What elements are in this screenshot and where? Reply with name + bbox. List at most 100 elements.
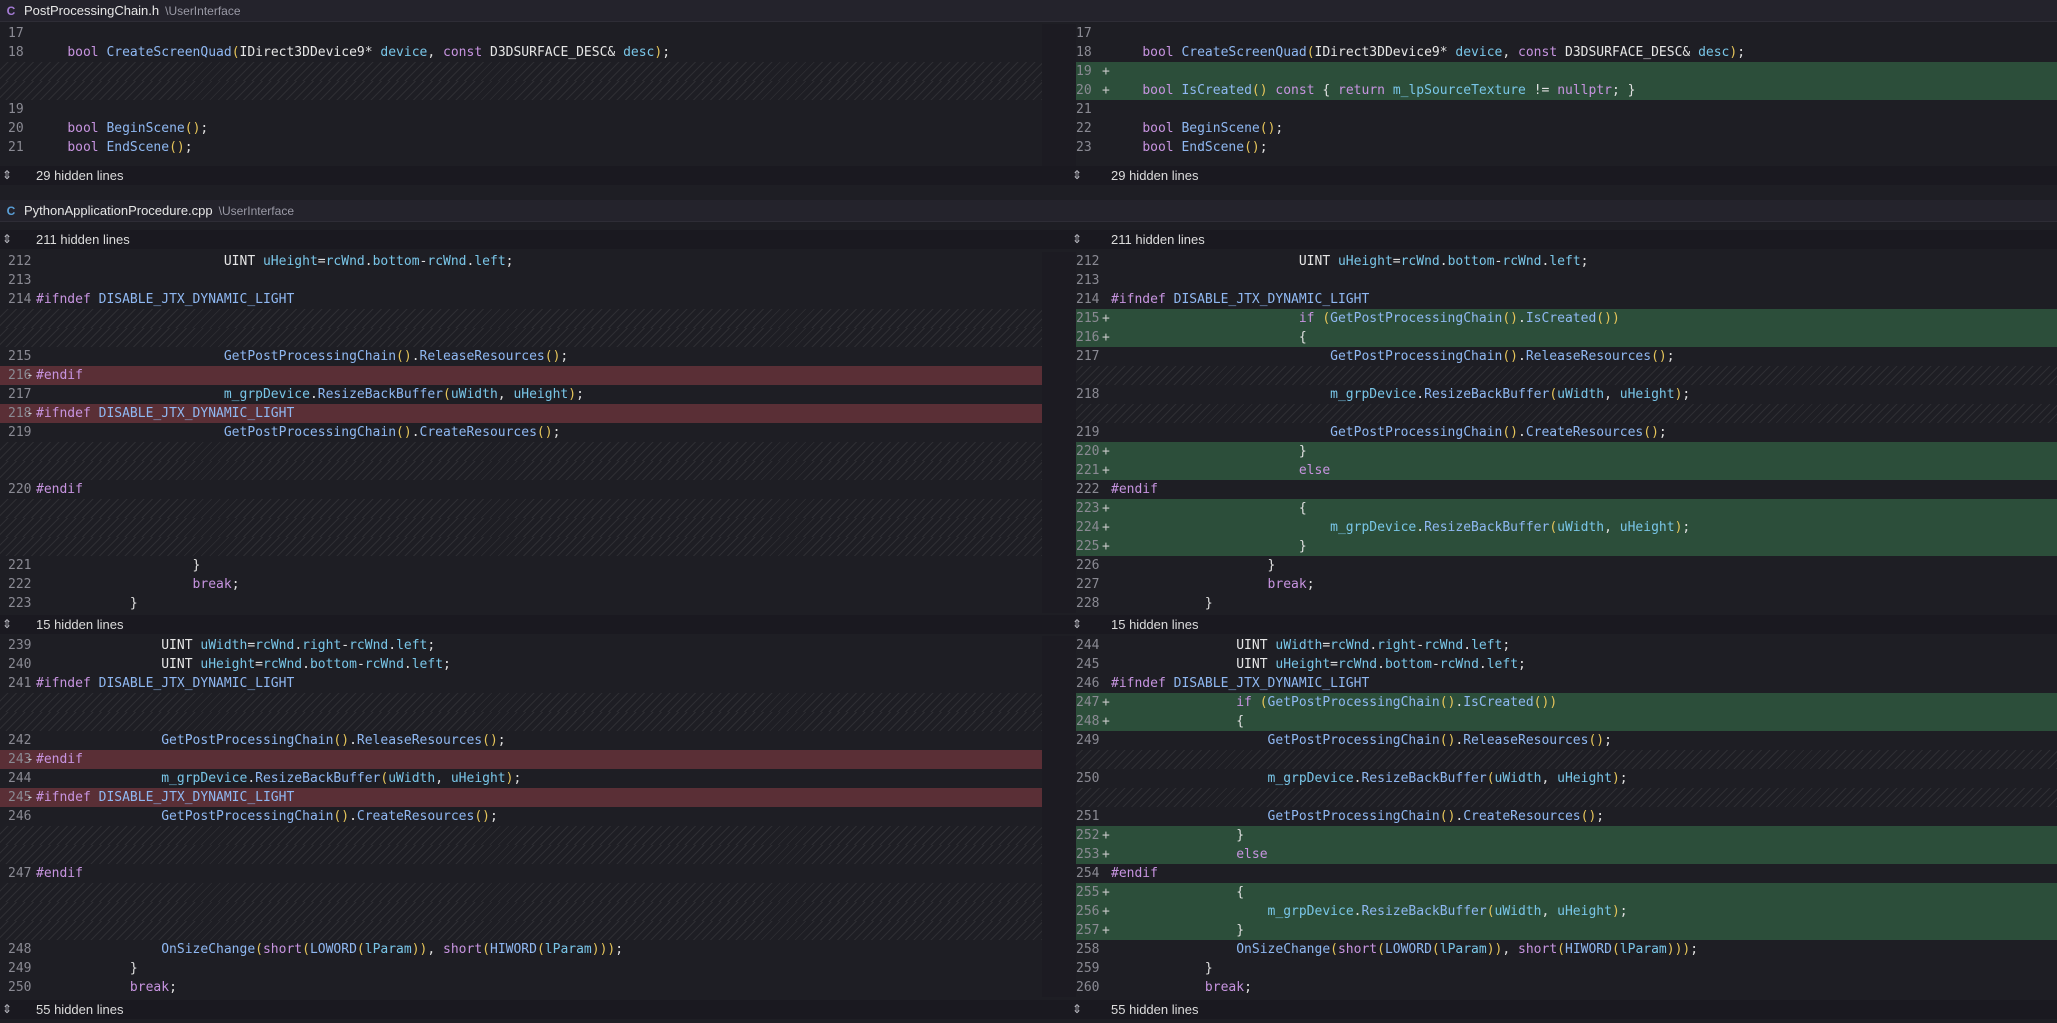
code-line[interactable]: 241 #ifndef DISABLE_JTX_DYNAMIC_LIGHT [0, 674, 1042, 693]
code-line[interactable]: 23 bool EndScene(); [1076, 138, 2057, 157]
code-line[interactable]: 217 GetPostProcessingChain().ReleaseReso… [1076, 347, 2057, 366]
diff-gap[interactable] [0, 328, 1042, 347]
added-line[interactable]: 248 + { [1076, 712, 2057, 731]
diff-gap[interactable] [0, 442, 1042, 461]
file-header-postprocessingchain[interactable]: C PostProcessingChain.h \UserInterface [0, 0, 2057, 22]
code-line[interactable]: 219 GetPostProcessingChain().CreateResou… [1076, 423, 2057, 442]
unfold-icon[interactable]: ⇕ [1070, 166, 1084, 185]
hidden-lines-left[interactable]: 55 hidden lines [36, 1000, 123, 1019]
diff-gap[interactable] [1076, 750, 2057, 769]
unfold-icon[interactable]: ⇕ [0, 166, 14, 185]
code-line[interactable]: 213 [1076, 271, 2057, 290]
code-line[interactable]: 260 break; [1076, 978, 2057, 997]
unfold-icon[interactable]: ⇕ [1070, 1000, 1084, 1019]
added-line[interactable]: 253 + else [1076, 845, 2057, 864]
added-line[interactable]: 20 + bool IsCreated() const { return m_lp… [1076, 81, 2057, 100]
code-line[interactable]: 222 #endif [1076, 480, 2057, 499]
added-line[interactable]: 255 + { [1076, 883, 2057, 902]
unfold-icon[interactable]: ⇕ [1070, 230, 1084, 249]
diff-gap[interactable] [0, 499, 1042, 518]
code-line[interactable]: 227 break; [1076, 575, 2057, 594]
code-line[interactable]: 228 } [1076, 594, 2057, 613]
code-line[interactable]: 250 break; [0, 978, 1042, 997]
code-line[interactable]: 214 #ifndef DISABLE_JTX_DYNAMIC_LIGHT [1076, 290, 2057, 309]
unfold-icon[interactable]: ⇕ [0, 1000, 14, 1019]
diff-gap[interactable] [0, 518, 1042, 537]
file-header-pythonapplicationprocedure[interactable]: C PythonApplicationProcedure.cpp \UserIn… [0, 200, 2057, 222]
added-line[interactable]: 19 + [1076, 62, 2057, 81]
code-line[interactable]: 218 m_grpDevice.ResizeBackBuffer(uWidth,… [1076, 385, 2057, 404]
hidden-lines-right[interactable]: 55 hidden lines [1111, 1000, 1198, 1019]
code-line[interactable]: 246 GetPostProcessingChain().CreateResou… [0, 807, 1042, 826]
code-line[interactable]: 21 bool EndScene(); [0, 138, 1042, 157]
code-line[interactable]: 214 #ifndef DISABLE_JTX_DYNAMIC_LIGHT [0, 290, 1042, 309]
code-line[interactable]: 21 [1076, 100, 2057, 119]
code-line[interactable]: 240 UINT uHeight=rcWnd.bottom-rcWnd.left… [0, 655, 1042, 674]
added-line[interactable]: 223 + { [1076, 499, 2057, 518]
hidden-lines-left[interactable]: 15 hidden lines [36, 615, 123, 634]
diff-gap[interactable] [0, 309, 1042, 328]
diff-gap[interactable] [0, 902, 1042, 921]
diff-gap[interactable] [1076, 366, 2057, 385]
code-line[interactable]: 250 m_grpDevice.ResizeBackBuffer(uWidth,… [1076, 769, 2057, 788]
code-line[interactable]: 258 OnSizeChange(short(LOWORD(lParam)), … [1076, 940, 2057, 959]
diff-gap[interactable] [1076, 404, 2057, 423]
diff-gap[interactable] [0, 461, 1042, 480]
diff-gap[interactable] [0, 693, 1042, 712]
deleted-line[interactable]: 218- #ifndef DISABLE_JTX_DYNAMIC_LIGHT [0, 404, 1042, 423]
deleted-line[interactable]: 243- #endif [0, 750, 1042, 769]
diff-gap[interactable] [0, 712, 1042, 731]
hidden-lines-left[interactable]: 29 hidden lines [36, 166, 123, 185]
added-line[interactable]: 252 + } [1076, 826, 2057, 845]
code-line[interactable]: 219 GetPostProcessingChain().CreateResou… [0, 423, 1042, 442]
deleted-line[interactable]: 216- #endif [0, 366, 1042, 385]
code-line[interactable]: 222 break; [0, 575, 1042, 594]
diff-gap[interactable] [0, 537, 1042, 556]
added-line[interactable]: 220 + } [1076, 442, 2057, 461]
diff-gap[interactable] [0, 826, 1042, 845]
added-line[interactable]: 216 + { [1076, 328, 2057, 347]
code-line[interactable]: 212 UINT uHeight=rcWnd.bottom-rcWnd.left… [0, 252, 1042, 271]
code-line[interactable]: 223 } [0, 594, 1042, 613]
added-line[interactable]: 257 + } [1076, 921, 2057, 940]
unfold-icon[interactable]: ⇕ [0, 230, 14, 249]
code-line[interactable]: 17 [0, 24, 1042, 43]
code-line[interactable]: 220 #endif [0, 480, 1042, 499]
added-line[interactable]: 247 + if (GetPostProcessingChain().IsCrea… [1076, 693, 2057, 712]
code-line[interactable]: 245 UINT uHeight=rcWnd.bottom-rcWnd.left… [1076, 655, 2057, 674]
code-line[interactable]: 20 bool BeginScene(); [0, 119, 1042, 138]
code-line[interactable]: 249 GetPostProcessingChain().ReleaseReso… [1076, 731, 2057, 750]
code-line[interactable]: 249 } [0, 959, 1042, 978]
code-line[interactable]: 248 OnSizeChange(short(LOWORD(lParam)), … [0, 940, 1042, 959]
code-line[interactable]: 254 #endif [1076, 864, 2057, 883]
code-line[interactable]: 246 #ifndef DISABLE_JTX_DYNAMIC_LIGHT [1076, 674, 2057, 693]
code-line[interactable]: 242 GetPostProcessingChain().ReleaseReso… [0, 731, 1042, 750]
added-line[interactable]: 256 + m_grpDevice.ResizeBackBuffer(uWidth… [1076, 902, 2057, 921]
code-line[interactable]: 18 bool CreateScreenQuad(IDirect3DDevice… [1076, 43, 2057, 62]
unfold-icon[interactable]: ⇕ [0, 615, 14, 634]
code-line[interactable]: 259 } [1076, 959, 2057, 978]
code-line[interactable]: 22 bool BeginScene(); [1076, 119, 2057, 138]
added-line[interactable]: 224 + m_grpDevice.ResizeBackBuffer(uWidth… [1076, 518, 2057, 537]
diff-gap[interactable] [0, 845, 1042, 864]
deleted-line[interactable]: 245- #ifndef DISABLE_JTX_DYNAMIC_LIGHT [0, 788, 1042, 807]
code-line[interactable]: 212 UINT uHeight=rcWnd.bottom-rcWnd.left… [1076, 252, 2057, 271]
added-line[interactable]: 215 + if (GetPostProcessingChain().IsCrea… [1076, 309, 2057, 328]
code-line[interactable]: 221 } [0, 556, 1042, 575]
hidden-lines-right[interactable]: 29 hidden lines [1111, 166, 1198, 185]
unfold-icon[interactable]: ⇕ [1070, 615, 1084, 634]
added-line[interactable]: 225 + } [1076, 537, 2057, 556]
code-line[interactable]: 213 [0, 271, 1042, 290]
code-line[interactable]: 226 } [1076, 556, 2057, 575]
diff-gap[interactable] [1076, 788, 2057, 807]
hidden-lines-left[interactable]: 211 hidden lines [36, 230, 130, 249]
added-line[interactable]: 221 + else [1076, 461, 2057, 480]
diff-gap[interactable] [0, 921, 1042, 940]
code-line[interactable]: 215 GetPostProcessingChain().ReleaseReso… [0, 347, 1042, 366]
code-line[interactable]: 19 [0, 100, 1042, 119]
hidden-lines-right[interactable]: 15 hidden lines [1111, 615, 1198, 634]
diff-gap[interactable] [0, 81, 1042, 100]
code-line[interactable]: 239 UINT uWidth=rcWnd.right-rcWnd.left; [0, 636, 1042, 655]
code-line[interactable]: 247 #endif [0, 864, 1042, 883]
code-line[interactable]: 17 [1076, 24, 2057, 43]
